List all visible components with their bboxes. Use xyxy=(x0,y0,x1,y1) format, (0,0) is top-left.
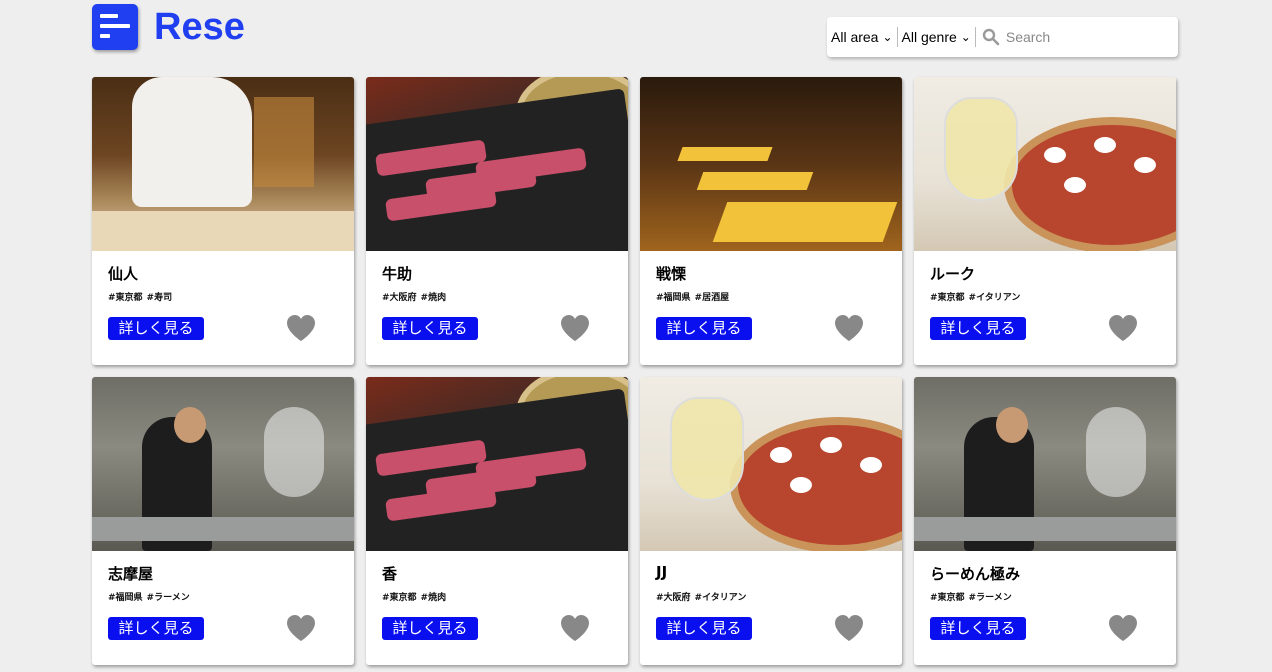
heart-icon[interactable] xyxy=(833,613,865,643)
genre-tag: #イタリアン xyxy=(694,593,747,603)
area-tag: #東京都 xyxy=(382,593,417,603)
shop-image xyxy=(366,77,628,251)
genre-select[interactable]: All genre ⌄ xyxy=(898,25,975,49)
shop-image xyxy=(92,77,354,251)
shop-tags: #東京都 #焼肉 xyxy=(382,590,446,603)
shop-name: 戦慄 xyxy=(656,265,687,283)
shop-image xyxy=(640,377,902,551)
heart-icon[interactable] xyxy=(833,313,865,343)
search-bar: All area ⌄ All genre ⌄ xyxy=(827,17,1178,57)
shop-card: らーめん極み #東京都 #ラーメン詳しく見る xyxy=(914,377,1176,665)
chevron-down-icon: ⌄ xyxy=(960,30,971,44)
detail-button[interactable]: 詳しく見る xyxy=(108,617,204,640)
heart-icon[interactable] xyxy=(1107,313,1139,343)
shop-image xyxy=(92,377,354,551)
shop-name: 志摩屋 xyxy=(108,565,154,583)
shop-card: 香 #東京都 #焼肉詳しく見る xyxy=(366,377,628,665)
shop-name: JJ xyxy=(656,563,668,581)
genre-tag: #ラーメン xyxy=(968,593,1012,603)
shop-tags: #東京都 #寿司 xyxy=(108,290,172,303)
logo[interactable]: Rese xyxy=(92,2,245,52)
shop-name: 仙人 xyxy=(108,265,139,283)
search-icon xyxy=(982,28,1000,46)
chevron-down-icon: ⌄ xyxy=(882,30,893,44)
shop-card: JJ #大阪府 #イタリアン詳しく見る xyxy=(640,377,902,665)
genre-tag: #焼肉 xyxy=(420,593,447,603)
area-tag: #東京都 xyxy=(108,293,143,303)
genre-tag: #ラーメン xyxy=(146,593,190,603)
area-tag: #東京都 xyxy=(930,293,965,303)
shop-card: 牛助 #大阪府 #焼肉詳しく見る xyxy=(366,77,628,365)
heart-icon[interactable] xyxy=(1107,613,1139,643)
heart-icon[interactable] xyxy=(285,613,317,643)
shop-tags: #大阪府 #焼肉 xyxy=(382,290,446,303)
heart-icon[interactable] xyxy=(285,313,317,343)
genre-tag: #イタリアン xyxy=(968,293,1021,303)
shop-tags: #大阪府 #イタリアン xyxy=(656,590,746,603)
shop-image xyxy=(914,377,1176,551)
app-title: Rese xyxy=(154,6,245,48)
detail-button[interactable]: 詳しく見る xyxy=(382,617,478,640)
divider xyxy=(974,27,976,47)
area-select[interactable]: All area ⌄ xyxy=(827,25,897,49)
shop-card: ルーク #東京都 #イタリアン詳しく見る xyxy=(914,77,1176,365)
area-tag: #大阪府 xyxy=(656,593,691,603)
area-tag: #東京都 xyxy=(930,593,965,603)
detail-button[interactable]: 詳しく見る xyxy=(656,617,752,640)
genre-tag: #寿司 xyxy=(146,293,173,303)
shop-name: 牛助 xyxy=(382,265,413,283)
header: Rese All area ⌄ All genre ⌄ xyxy=(92,2,1178,58)
detail-button[interactable]: 詳しく見る xyxy=(656,317,752,340)
genre-tag: #居酒屋 xyxy=(694,293,730,303)
menu-icon[interactable] xyxy=(92,4,138,50)
detail-button[interactable]: 詳しく見る xyxy=(108,317,204,340)
shop-name: ルーク xyxy=(930,265,976,283)
shop-tags: #東京都 #ラーメン xyxy=(930,590,1012,603)
area-tag: #福岡県 xyxy=(656,293,691,303)
genre-select-value: All genre xyxy=(901,29,957,45)
search-input[interactable] xyxy=(1003,28,1158,46)
shop-tags: #福岡県 #居酒屋 xyxy=(656,290,729,303)
shop-tags: #福岡県 #ラーメン xyxy=(108,590,190,603)
heart-icon[interactable] xyxy=(559,613,591,643)
shop-image xyxy=(366,377,628,551)
detail-button[interactable]: 詳しく見る xyxy=(930,317,1026,340)
shop-name: 香 xyxy=(382,565,398,583)
shop-tags: #東京都 #イタリアン xyxy=(930,290,1020,303)
shop-card: 志摩屋 #福岡県 #ラーメン詳しく見る xyxy=(92,377,354,665)
genre-tag: #焼肉 xyxy=(420,293,447,303)
shop-image xyxy=(640,77,902,251)
shop-image xyxy=(914,77,1176,251)
detail-button[interactable]: 詳しく見る xyxy=(382,317,478,340)
shop-name: らーめん極み xyxy=(930,565,1021,583)
area-tag: #大阪府 xyxy=(382,293,417,303)
heart-icon[interactable] xyxy=(559,313,591,343)
shop-card: 仙人 #東京都 #寿司詳しく見る xyxy=(92,77,354,365)
shop-card: 戦慄 #福岡県 #居酒屋詳しく見る xyxy=(640,77,902,365)
area-tag: #福岡県 xyxy=(108,593,143,603)
area-select-value: All area xyxy=(831,29,879,45)
detail-button[interactable]: 詳しく見る xyxy=(930,617,1026,640)
